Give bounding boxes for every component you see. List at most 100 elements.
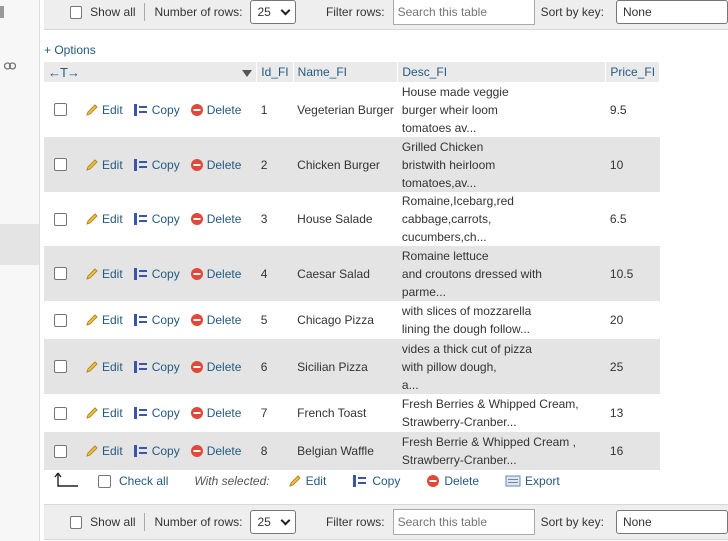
sort-down-icon[interactable] [242,69,253,77]
id-cell: 6 [256,339,294,394]
desc-cell: House made veggie burger wheir loom tomato… [397,82,606,137]
show-all-checkbox[interactable] [70,5,83,19]
row-actions-cell: Edit Copy Delete [44,137,257,192]
bulk-export-button[interactable]: Export [505,474,560,488]
delete-icon [190,314,203,326]
price-cell: 10.5 [605,246,660,301]
row-checkbox[interactable] [54,360,67,373]
copy-button[interactable]: Copy [133,444,180,458]
edit-button[interactable]: Edit [85,444,123,458]
delete-label: Delete [206,266,242,281]
edit-button[interactable]: Edit [85,406,123,420]
column-header-desc[interactable]: Desc_FI [397,62,607,82]
edit-button[interactable]: Edit [85,212,123,226]
desc-line: tomatoes av... [401,120,477,135]
sort-by-key-select[interactable]: None [615,0,728,24]
edit-button[interactable]: Edit [85,313,123,327]
delete-label: Delete [206,212,242,226]
delete-button[interactable]: Delete [190,444,241,458]
check-all-link[interactable]: Check all [119,474,168,488]
row-checkbox[interactable] [54,212,67,226]
check-all-checkbox[interactable] [98,474,111,488]
column-header-id[interactable]: Id_FI [256,62,294,82]
copy-button[interactable]: Copy [133,313,180,327]
filter-rows-input[interactable]: Search this table [392,0,535,25]
price-cell: 16 [605,432,660,470]
delete-button[interactable]: Delete [190,406,242,420]
column-toggle-arrows[interactable]: ←T→ [48,65,80,80]
copy-label: Copy [151,359,180,374]
row-checkbox[interactable] [54,406,67,420]
show-all-checkbox[interactable] [70,515,83,529]
id-cell: 4 [256,246,294,301]
delete-icon [190,267,203,280]
row-checkbox[interactable] [54,158,67,171]
row-checkbox[interactable] [54,103,67,116]
actions-column-header: ←T→ [44,62,258,82]
name-cell: House Salade [293,192,398,246]
edit-button[interactable]: Edit [85,267,123,281]
edit-button[interactable]: Edit [85,158,123,172]
filter-rows-input[interactable]: Search this table [392,509,535,535]
link-chain-icon[interactable] [4,62,16,70]
copy-button[interactable]: Copy [133,360,180,374]
sort-by-key-select[interactable]: None [615,510,728,534]
price-cell: 9.5 [605,82,660,137]
row-actions-cell: Edit Copy Delete [44,394,257,432]
options-link[interactable]: + Options [44,43,96,57]
bulk-edit-button[interactable]: Edit [288,474,326,488]
bulk-delete-button[interactable]: Delete [426,474,479,488]
delete-button[interactable]: Delete [190,212,242,226]
row-checkbox[interactable] [54,313,67,327]
export-icon [505,475,521,487]
desc-line: House made veggie [401,84,509,99]
column-header-price[interactable]: Price_FI [605,62,661,82]
bulk-copy-button[interactable]: Copy [352,474,400,488]
desc-line: Romaine lettuce [401,248,489,263]
id-cell: 8 [256,432,294,470]
delete-button[interactable]: Delete [190,103,241,117]
row-actions-cell: Edit Copy Delete [44,432,257,470]
edit-label: Edit [102,157,123,172]
edit-label: Edit [102,266,123,281]
desc-cell: Romaine lettuce and croutons dressed with… [397,246,606,301]
copy-button[interactable]: Copy [133,406,180,420]
copy-icon [133,407,147,419]
table-row: Edit Copy Delete 8 Belgian Waffle Fresh Berri… [44,432,660,470]
copy-label: Copy [151,157,180,172]
copy-label: Copy [151,212,180,226]
bottom-navigation-bar: Show all Number of rows: 25 Filter rows:… [44,504,728,540]
row-actions-cell: Edit Copy Delete [44,339,257,394]
copy-button[interactable]: Copy [133,158,180,172]
delete-label: Delete [206,359,242,374]
number-of-rows-select[interactable]: 25 [250,510,296,534]
filter-rows-label: Filter rows: [325,515,385,529]
number-of-rows-select[interactable]: 25 [250,0,296,24]
delete-icon [427,475,440,487]
edit-button[interactable]: Edit [85,360,123,374]
copy-button[interactable]: Copy [133,212,180,226]
delete-button[interactable]: Delete [190,158,241,172]
delete-button[interactable]: Delete [190,313,241,327]
delete-label: Delete [206,406,242,420]
edit-button[interactable]: Edit [85,103,123,117]
multi-action-bar: Check all With selected: Edit Copy Delet… [44,468,586,494]
pencil-icon [86,407,98,419]
row-checkbox[interactable] [54,267,67,280]
delete-button[interactable]: Delete [190,266,242,281]
desc-cell: Fresh Berries & Whipped Cream, Strawberry… [397,394,606,432]
show-all-label[interactable]: Show all [90,515,135,529]
copy-icon [133,213,147,225]
copy-icon [133,103,147,116]
copy-button[interactable]: Copy [133,267,180,281]
column-header-name[interactable]: Name_FI [293,62,399,82]
copy-label: Copy [151,406,180,420]
pencil-icon [86,267,98,280]
delete-icon [190,213,203,225]
delete-button[interactable]: Delete [190,359,242,374]
show-all-label[interactable]: Show all [90,5,135,19]
copy-button[interactable]: Copy [133,103,180,117]
nav-selected-item[interactable] [0,224,39,265]
row-checkbox[interactable] [54,444,67,458]
number-of-rows-value: 25 [257,5,271,19]
